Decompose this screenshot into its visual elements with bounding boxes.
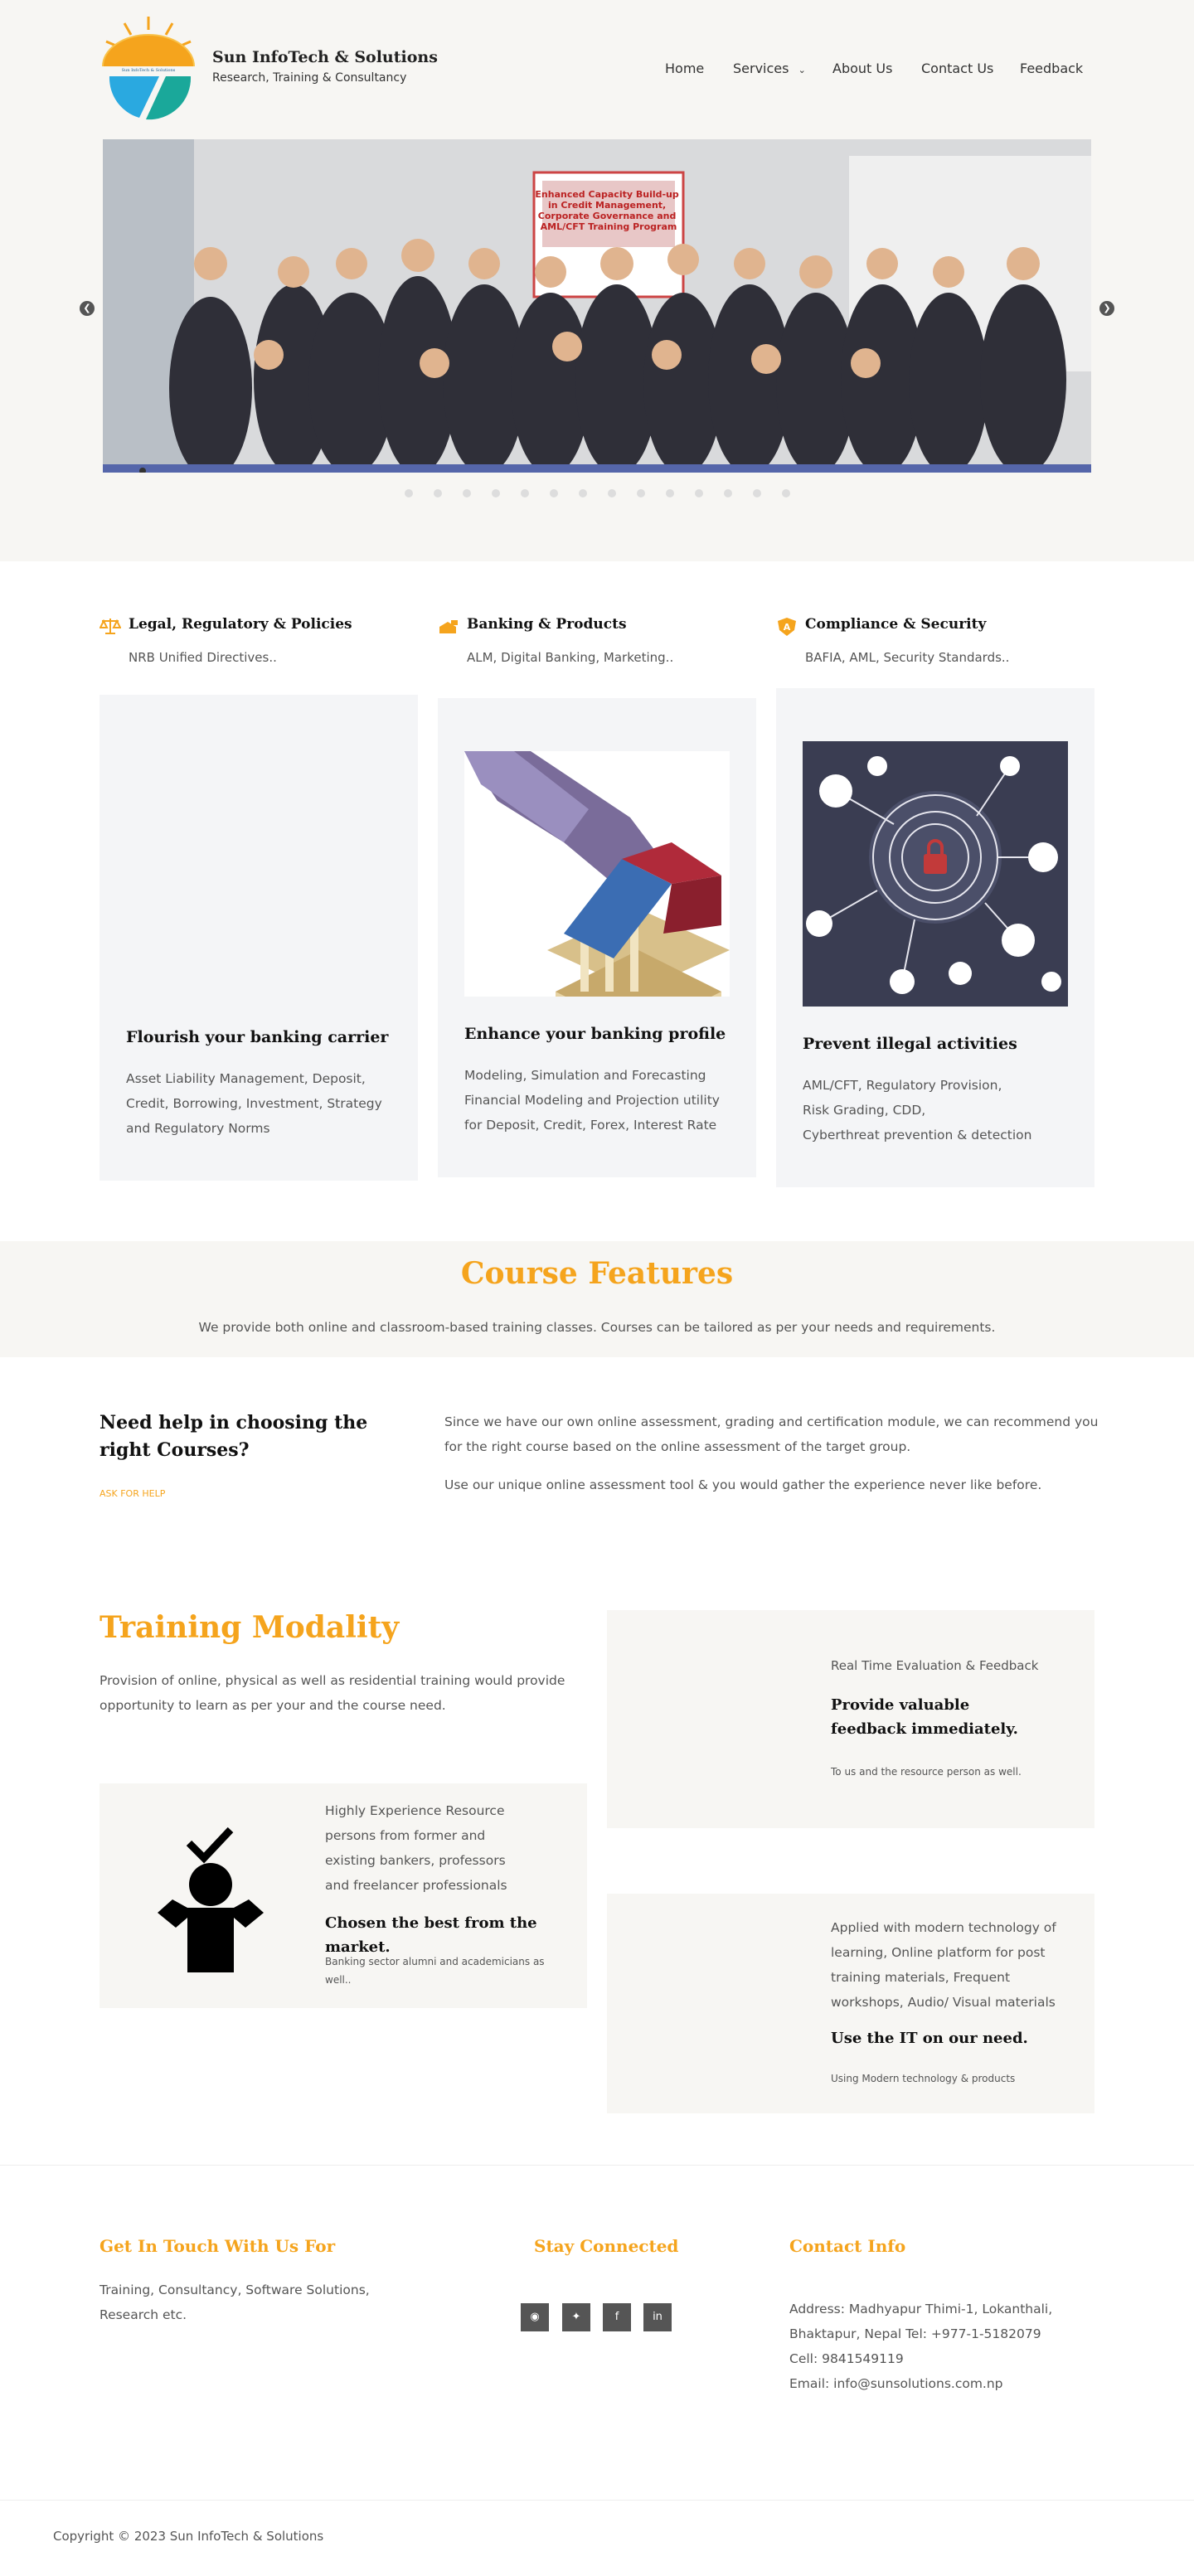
bank-icon (438, 617, 459, 635)
group-photo: Enhanced Capacity Build-up in Credit Man… (103, 139, 1091, 473)
slider-dot[interactable] (520, 489, 529, 497)
service-title[interactable]: Legal, Regulatory & Policies (129, 616, 352, 633)
modality-note: Using Modern technology & products (831, 2073, 1016, 2084)
slider-dot[interactable] (607, 489, 616, 497)
slider-dot[interactable] (404, 489, 413, 497)
footer-heading: Get In Touch With Us For (100, 2236, 336, 2256)
modality-label: Highly Experience Resource persons from … (325, 1803, 507, 1893)
house-hand-image (464, 751, 730, 1041)
card-heading: Enhance your banking profile (464, 1025, 726, 1043)
modality-note: Banking sector alumni and academicians a… (325, 1956, 545, 1986)
contact-email[interactable]: Email: info@sunsolutions.com.np (789, 2371, 1071, 2396)
facebook-icon[interactable]: f (603, 2303, 631, 2331)
ask-for-help-link[interactable]: ASK FOR HELP (100, 1488, 165, 1499)
footer-heading: Contact Info (789, 2236, 906, 2256)
service-subtitle: NRB Unified Directives.. (129, 650, 277, 665)
service-title[interactable]: Banking & Products (467, 616, 627, 633)
slider-dot[interactable] (636, 489, 645, 497)
footer-text: Training, Consultancy, Software Solution… (100, 2283, 370, 2322)
nav-home[interactable]: Home (665, 61, 704, 76)
brand-name[interactable]: Sun InfoTech & Solutions (212, 48, 438, 66)
nav-contact[interactable]: Contact Us (921, 61, 993, 76)
slider-dot[interactable] (491, 489, 500, 497)
chevron-down-icon: ⌄ (798, 65, 806, 75)
hero-slider[interactable]: Enhanced Capacity Build-up in Credit Man… (103, 139, 1091, 473)
service-card[interactable]: Enhance your banking profile Modeling, S… (438, 698, 756, 1177)
card-text: Asset Liability Management, Deposit, Cred… (126, 1071, 382, 1136)
features-subtitle: We provide both online and classroom-bas… (198, 1320, 996, 1335)
modality-label: Applied with modern technology of learni… (831, 1920, 1056, 2010)
help-paragraph: Since we have our own online assessment,… (444, 1414, 1099, 1454)
modality-title: Training Modality (100, 1610, 400, 1645)
person-check-icon (141, 1815, 282, 1981)
slider-dot[interactable] (462, 489, 471, 497)
copyright-divider (0, 2500, 1194, 2501)
card-heading: Prevent illegal activities (803, 1035, 1017, 1053)
brand-tagline: Research, Training & Consultancy (212, 71, 407, 85)
service-card[interactable]: Flourish your banking carrier Asset Liab… (100, 695, 418, 1181)
modality-note: To us and the resource person as well. (831, 1766, 1022, 1778)
slider-next-button[interactable]: ❯ (1099, 301, 1114, 316)
service-title[interactable]: Compliance & Security (805, 616, 986, 633)
shield-icon: A (776, 617, 798, 636)
slider-prev-button[interactable]: ❮ (80, 301, 95, 316)
modality-box-resource: Highly Experience Resource persons from … (100, 1783, 587, 2008)
footer-divider (0, 2165, 1194, 2166)
nav-services[interactable]: Services ⌄ (733, 61, 806, 76)
features-title: Course Features (460, 1256, 734, 1291)
modality-box-technology: Applied with modern technology of learni… (607, 1894, 1094, 2113)
card-text: AML/CFT, Regulatory Provision, Risk Gradi… (803, 1078, 1032, 1142)
modality-box-feedback: Real Time Evaluation & Feedback Provide … (607, 1610, 1094, 1828)
svg-text:Enhanced Capacity Build-up: Enhanced Capacity Build-up in Credit Man… (535, 189, 682, 232)
logo-text: Sun InfoTech & Solutions (122, 68, 176, 73)
modality-heading: Use the IT on our need. (831, 2030, 1028, 2047)
slider-dot[interactable] (578, 489, 587, 497)
slider-dot[interactable] (433, 489, 442, 497)
modality-label: Real Time Evaluation & Feedback (831, 1658, 1039, 1673)
logo[interactable]: Sun InfoTech & Solutions (100, 15, 197, 121)
slider-dot[interactable] (723, 489, 732, 497)
scales-icon (99, 617, 122, 635)
card-heading: Flourish your banking carrier (126, 1028, 389, 1046)
modality-heading: Provide valuable feedback immediately. (831, 1696, 1018, 1738)
copyright: Copyright © 2023 Sun InfoTech & Solution… (53, 2529, 324, 2544)
svg-text:A: A (784, 622, 791, 633)
twitter-icon[interactable]: ✦ (562, 2303, 590, 2331)
slider-dot[interactable] (549, 489, 558, 497)
slider-pagination[interactable] (0, 489, 1194, 497)
service-subtitle: BAFIA, AML, Security Standards.. (805, 650, 1010, 665)
footer-heading: Stay Connected (534, 2236, 679, 2256)
modality-intro: Provision of online, physical as well as… (100, 1673, 565, 1713)
slider-dot[interactable] (781, 489, 790, 497)
service-card[interactable]: Prevent illegal activities AML/CFT, Regu… (776, 688, 1094, 1187)
nav-services-label: Services (733, 61, 789, 76)
security-network-image (803, 741, 1068, 1007)
help-paragraph: Use our unique online assessment tool & … (444, 1477, 1042, 1492)
nav-about[interactable]: About Us (832, 61, 892, 76)
service-subtitle: ALM, Digital Banking, Marketing.. (467, 650, 674, 665)
instagram-icon[interactable]: ◉ (521, 2303, 549, 2331)
contact-address: Address: Madhyapur Thimi-1, Lokanthali, … (789, 2302, 1053, 2366)
linkedin-icon[interactable]: in (643, 2303, 672, 2331)
slider-dot[interactable] (665, 489, 674, 497)
nav-feedback[interactable]: Feedback (1020, 61, 1083, 76)
card-text: Modeling, Simulation and Forecasting Fina… (464, 1068, 720, 1133)
slider-dot[interactable] (694, 489, 703, 497)
slider-dot[interactable] (752, 489, 761, 497)
help-heading: Need help in choosing the right Courses? (100, 1412, 368, 1461)
slide-indicator[interactable] (139, 468, 146, 473)
